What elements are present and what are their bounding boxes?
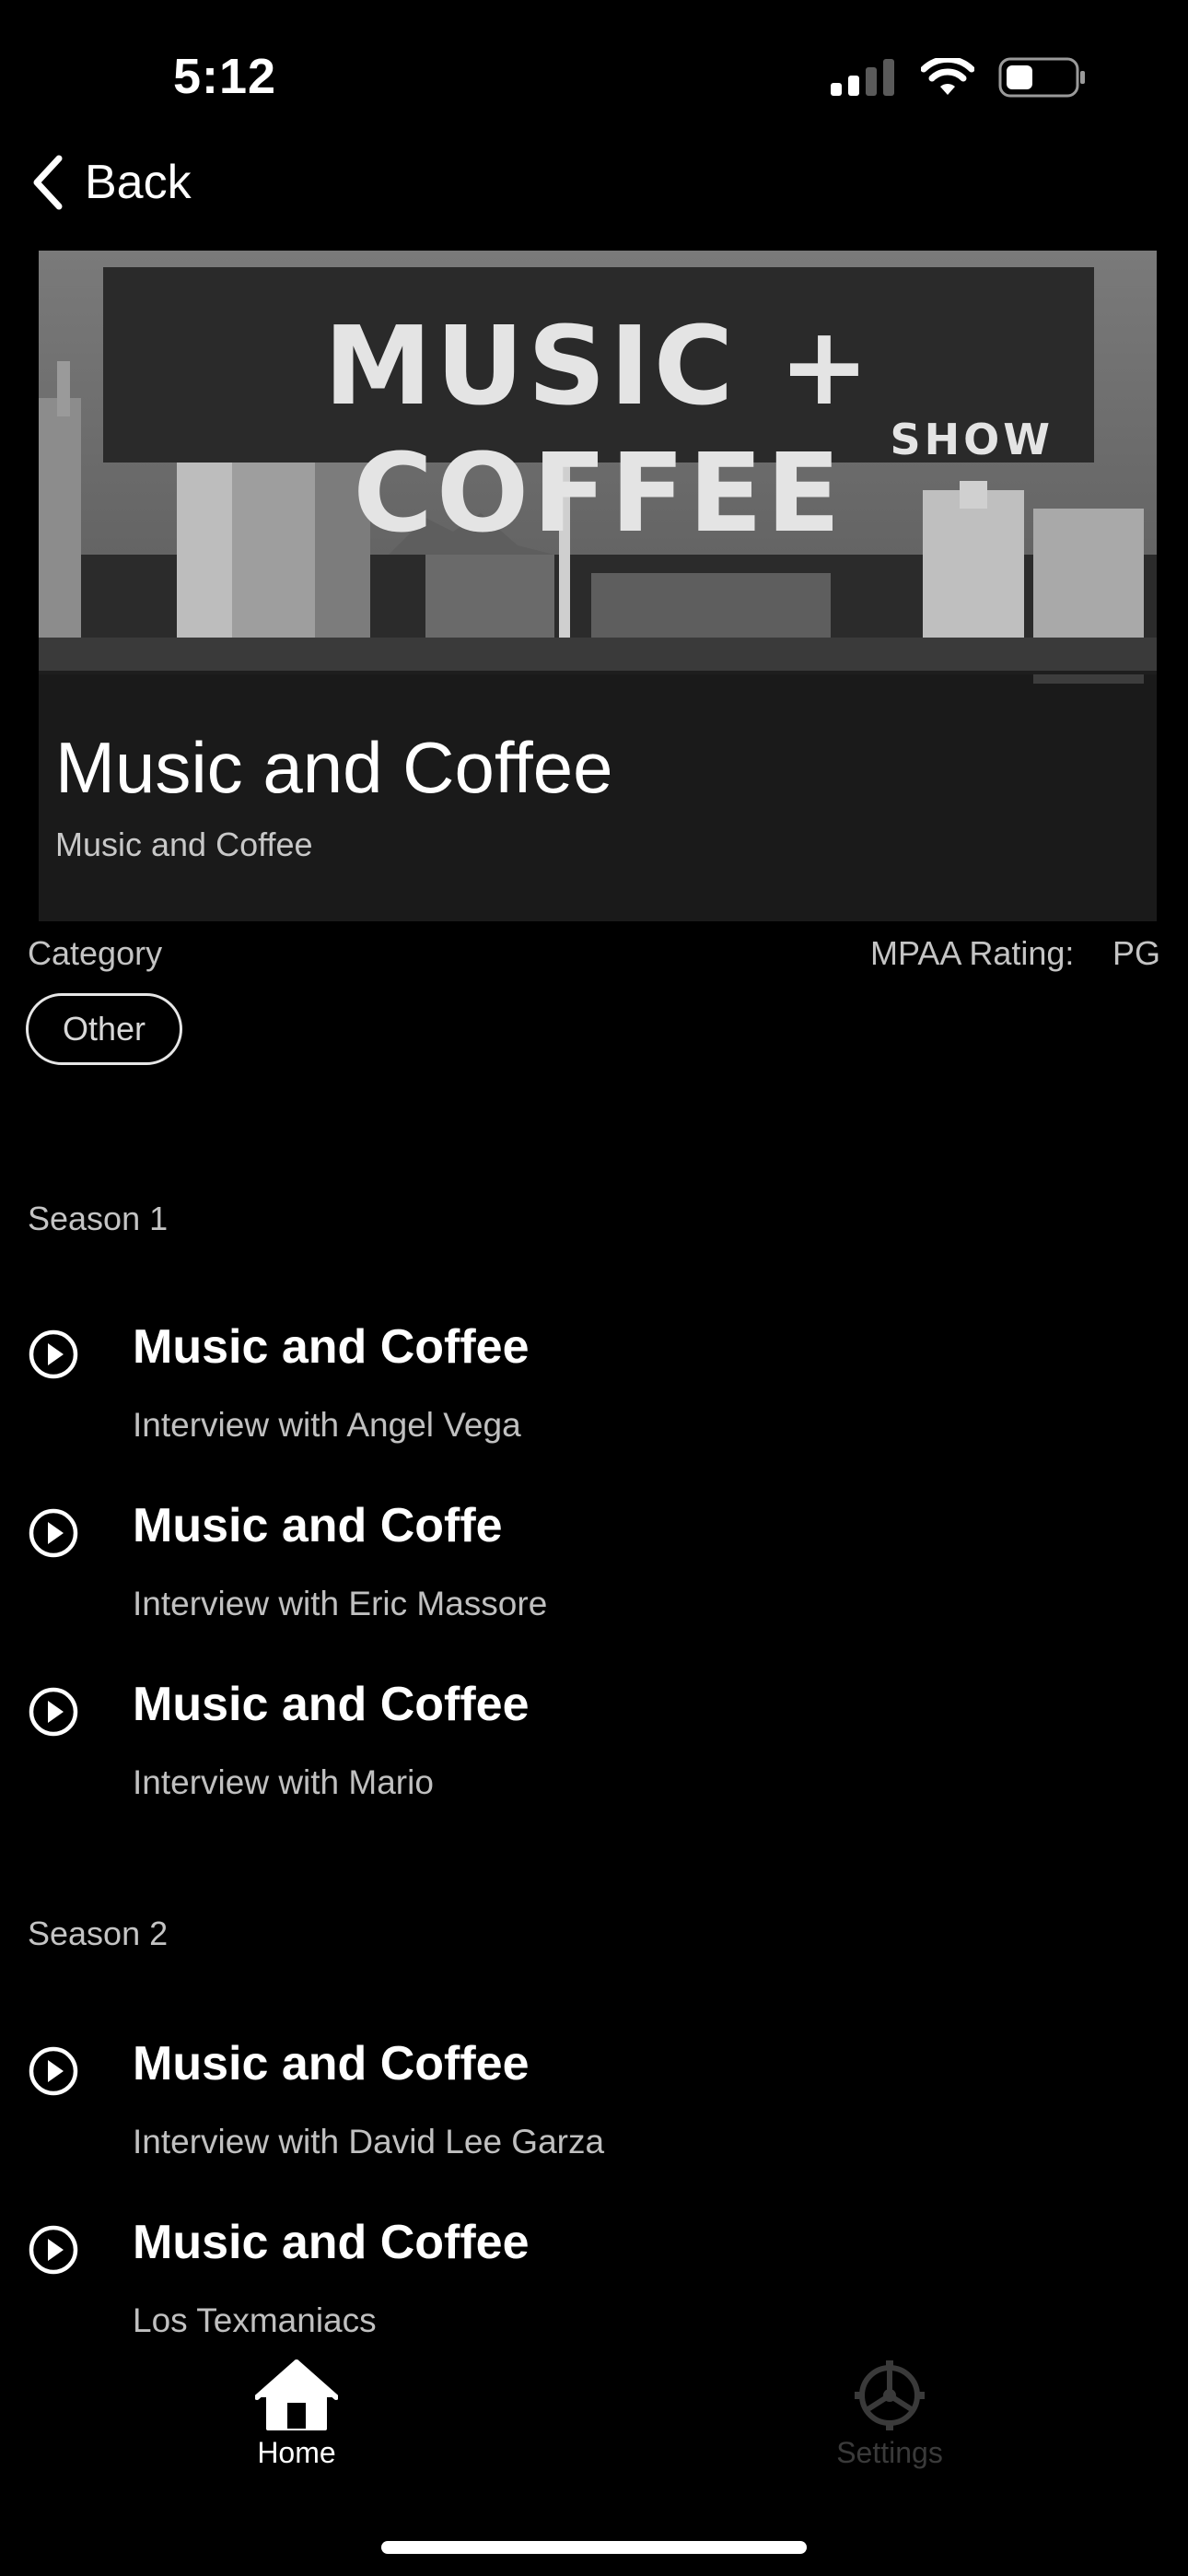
home-icon bbox=[255, 2359, 338, 2430]
settings-gear-icon bbox=[855, 2360, 925, 2430]
season-header: Season 2 bbox=[28, 1914, 169, 1952]
episode-title: Music and Coffe bbox=[133, 1499, 503, 1552]
wifi-icon bbox=[921, 58, 974, 95]
episode-description: Interview with David Lee Garza bbox=[133, 2123, 605, 2160]
mpaa-rating-value: PG bbox=[1112, 934, 1161, 972]
episode-item[interactable]: Music and Coffee Interview with Mario bbox=[0, 1677, 1188, 1833]
episode-item[interactable]: Music and Coffee Los Texmaniacs bbox=[0, 2215, 1188, 2371]
tab-home-label: Home bbox=[257, 2436, 336, 2469]
play-icon bbox=[29, 2046, 78, 2096]
season-header: Season 1 bbox=[28, 1200, 169, 1237]
hero-overlay: Music and Coffee Music and Coffee bbox=[39, 671, 1157, 921]
status-time: 5:12 bbox=[173, 49, 277, 104]
chevron-left-icon bbox=[33, 155, 63, 210]
episode-item[interactable]: Music and Coffe Interview with Eric Mass… bbox=[0, 1498, 1188, 1655]
episode-title: Music and Coffee bbox=[133, 2216, 530, 2269]
show-title: Music and Coffee bbox=[55, 727, 613, 808]
back-button[interactable]: Back bbox=[31, 155, 192, 210]
cellular-signal-icon bbox=[831, 59, 894, 96]
play-icon bbox=[29, 1329, 78, 1379]
show-subtitle: Music and Coffee bbox=[55, 825, 313, 863]
episode-description: Interview with Mario bbox=[133, 1763, 434, 1801]
play-icon bbox=[29, 1508, 78, 1558]
episode-description: Interview with Eric Massore bbox=[133, 1585, 548, 1622]
category-chip[interactable]: Other bbox=[26, 993, 182, 1065]
episode-description: Los Texmaniacs bbox=[133, 2301, 377, 2339]
play-icon bbox=[29, 2225, 78, 2275]
battery-icon bbox=[998, 57, 1085, 98]
back-label: Back bbox=[85, 156, 192, 209]
show-hero-banner: MUSIC + COFFEE SHOW Music and Coffee Mus… bbox=[39, 251, 1157, 921]
tab-settings[interactable]: Settings bbox=[798, 2359, 982, 2470]
home-indicator bbox=[381, 2541, 807, 2554]
episode-description: Interview with Angel Vega bbox=[133, 1406, 521, 1444]
play-icon bbox=[29, 1687, 78, 1737]
tab-settings-label: Settings bbox=[836, 2436, 943, 2469]
logo-subtext: SHOW bbox=[890, 415, 1054, 464]
status-icons bbox=[831, 57, 1087, 98]
status-bar: 5:12 bbox=[0, 0, 1188, 147]
episode-title: Music and Coffee bbox=[133, 2037, 530, 2090]
show-logo: MUSIC + COFFEE SHOW bbox=[103, 267, 1094, 556]
mpaa-rating-label: MPAA Rating: bbox=[870, 934, 1075, 972]
episode-title: Music and Coffee bbox=[133, 1678, 530, 1731]
episode-item[interactable]: Music and Coffee Interview with David Le… bbox=[0, 2036, 1188, 2193]
category-label: Category bbox=[28, 934, 163, 972]
episode-title: Music and Coffee bbox=[133, 1320, 530, 1374]
tab-home[interactable]: Home bbox=[204, 2359, 389, 2470]
episode-item[interactable]: Music and Coffee Interview with Angel Ve… bbox=[0, 1319, 1188, 1476]
